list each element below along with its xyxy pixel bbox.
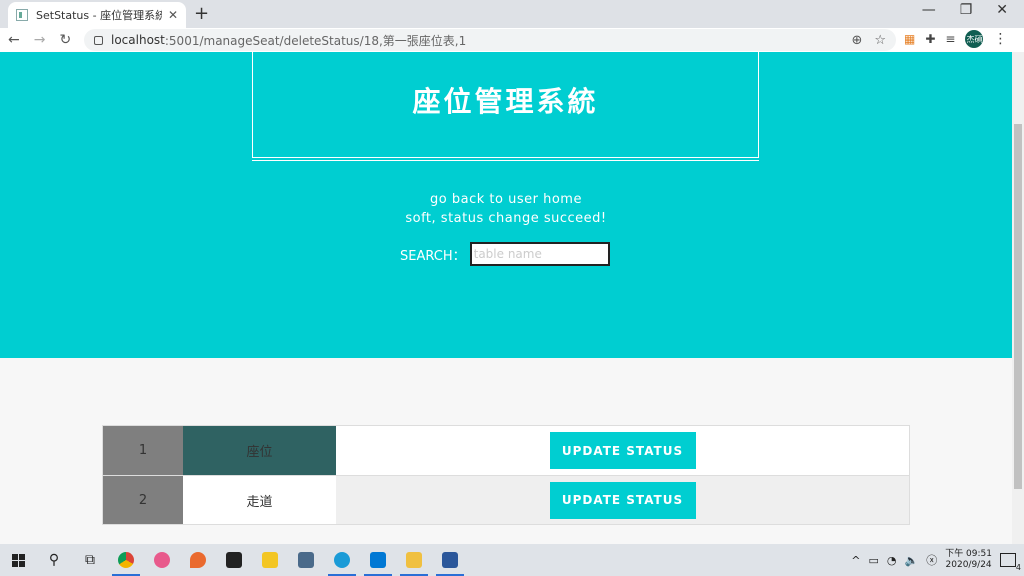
avatar[interactable]: 杰碩	[965, 30, 984, 48]
table-row: 2 走道 UPDATE STATUS	[102, 475, 910, 525]
close-window-icon[interactable]: ✕	[996, 2, 1008, 18]
row-type: 走道	[183, 476, 336, 524]
time-text: 下午 09:51	[945, 549, 992, 559]
restore-icon[interactable]: ❐	[960, 2, 973, 18]
edge-app-icon[interactable]	[324, 544, 360, 576]
row-number: 2	[103, 476, 183, 524]
title-box: 座位管理系統	[252, 52, 759, 158]
tab-bar: SetStatus - 座位管理系統 ✕ + — ❐ ✕	[0, 0, 1024, 28]
puzzle-icon[interactable]: ✚	[925, 32, 935, 46]
window-controls: — ❐ ✕	[922, 2, 1008, 18]
wifi-icon[interactable]: ◔	[887, 554, 897, 567]
row-action-cell: UPDATE STATUS	[336, 476, 909, 524]
scrollbar-thumb[interactable]	[1014, 124, 1022, 489]
extension-icon[interactable]: ▦	[904, 32, 915, 46]
windows-logo-icon	[11, 553, 25, 567]
row-action-cell: UPDATE STATUS	[336, 426, 909, 475]
browser-toolbar: ← → ↻ localhost:5001/manageSeat/deleteSt…	[0, 28, 1024, 52]
volume-icon[interactable]: 🔈	[904, 554, 918, 567]
nav-buttons: ← → ↻	[0, 32, 84, 48]
ime-icon[interactable]: ⓧ	[926, 552, 937, 568]
url-path: :5001/manageSeat/deleteStatus/18,第一張座位表,…	[164, 33, 467, 48]
address-bar[interactable]: localhost:5001/manageSeat/deleteStatus/1…	[84, 29, 896, 51]
forward-arrow-icon[interactable]: →	[34, 32, 46, 48]
clock[interactable]: 下午 09:51 2020/9/24	[945, 549, 992, 571]
vscode-app-icon[interactable]	[360, 544, 396, 576]
page-scrollbar[interactable]	[1012, 52, 1024, 544]
lock-icon	[94, 35, 103, 45]
row-number: 1	[103, 426, 183, 475]
tab-title: SetStatus - 座位管理系統	[36, 9, 162, 22]
tab-close-icon[interactable]: ✕	[168, 8, 178, 22]
sticky-notes-icon[interactable]	[216, 544, 252, 576]
tools-app-icon[interactable]	[252, 544, 288, 576]
search-input[interactable]	[469, 242, 610, 266]
bookmark-star-icon[interactable]: ☆	[874, 33, 886, 48]
row-type: 座位	[183, 426, 336, 475]
home-link[interactable]: go back to user home	[0, 192, 1012, 207]
task-view-icon[interactable]: ⧉	[72, 544, 108, 576]
os-taskbar: ⚲ ⧉ ^ ▭ ◔ 🔈 ⓧ 下午 09:51 2020/9/24 4	[0, 544, 1024, 576]
update-status-button[interactable]: UPDATE STATUS	[549, 432, 696, 469]
new-tab-button[interactable]: +	[194, 3, 209, 24]
page-title: 座位管理系統	[412, 85, 599, 118]
system-tray: ^ ▭ ◔ 🔈 ⓧ 下午 09:51 2020/9/24 4	[851, 544, 1021, 576]
menu-dots-icon[interactable]: ⋮	[993, 31, 1007, 47]
page-viewport: 座位管理系統 go back to user home soft, status…	[0, 52, 1012, 544]
url-host: localhost	[111, 33, 165, 47]
browser-tab[interactable]: SetStatus - 座位管理系統 ✕	[8, 2, 186, 28]
calculator-icon[interactable]	[288, 544, 324, 576]
notification-count: 4	[1015, 563, 1021, 572]
update-status-button[interactable]: UPDATE STATUS	[549, 481, 696, 519]
battery-icon[interactable]: ▭	[868, 554, 878, 567]
seat-table: 1 座位 UPDATE STATUS 2 走道 UPDATE STATUS	[102, 425, 910, 525]
extensions-area: ▦ ✚ ≡ 杰碩 ⋮	[904, 30, 1007, 48]
status-message: soft, status change succeed!	[405, 211, 607, 226]
back-arrow-icon[interactable]: ←	[8, 32, 20, 48]
chrome-app-icon[interactable]	[108, 544, 144, 576]
address-icons: ⊕ ☆	[851, 33, 886, 48]
search-bar: SEARCH：	[400, 242, 610, 266]
zoom-icon[interactable]: ⊕	[851, 33, 862, 48]
date-text: 2020/9/24	[945, 560, 992, 570]
reading-list-icon[interactable]: ≡	[945, 32, 955, 46]
header-section: 座位管理系統 go back to user home soft, status…	[0, 52, 1012, 358]
start-button[interactable]	[0, 544, 36, 576]
search-label: SEARCH：	[400, 248, 466, 264]
reload-icon[interactable]: ↻	[59, 32, 71, 48]
word-app-icon[interactable]	[432, 544, 468, 576]
snip-app-icon[interactable]	[144, 544, 180, 576]
minimize-icon[interactable]: —	[922, 2, 936, 18]
table-row: 1 座位 UPDATE STATUS	[102, 425, 910, 475]
drop-app-icon[interactable]	[180, 544, 216, 576]
search-icon[interactable]: ⚲	[36, 544, 72, 576]
chevron-up-icon[interactable]: ^	[851, 554, 860, 567]
notification-icon[interactable]: 4	[1000, 553, 1021, 572]
page-favicon-icon	[16, 9, 28, 21]
file-explorer-icon[interactable]	[396, 544, 432, 576]
